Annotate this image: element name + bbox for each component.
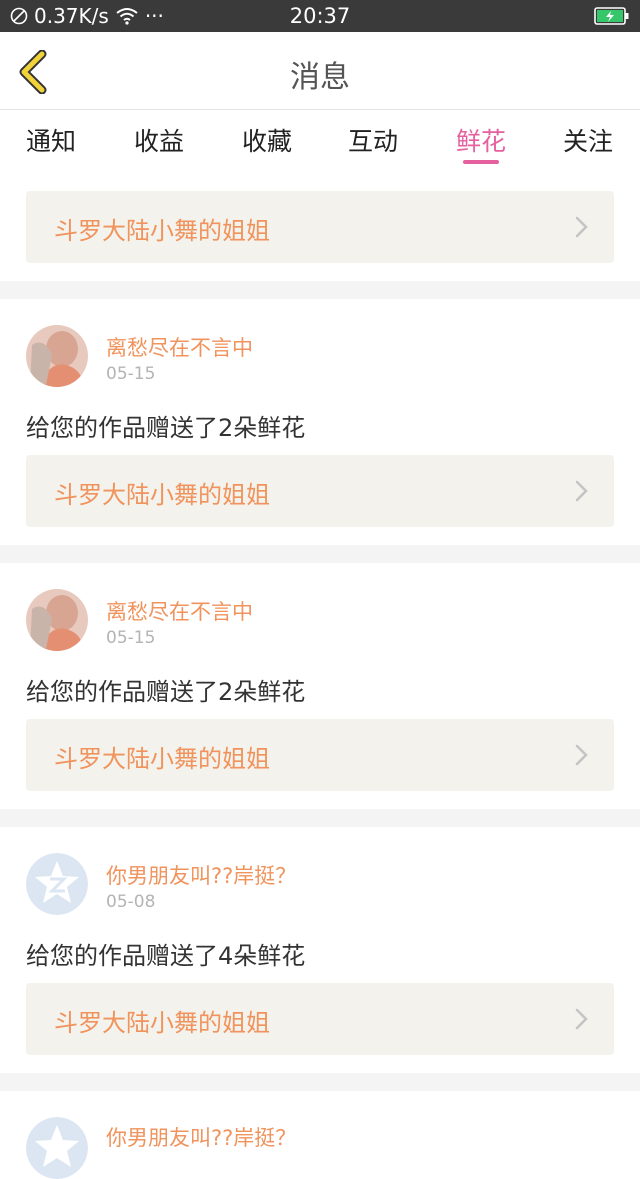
message-text: 给您的作品赠送了2朵鲜花 <box>26 678 306 706</box>
tab-favorites[interactable]: 收藏 <box>212 122 322 158</box>
avatar[interactable] <box>26 589 88 651</box>
tab-follows[interactable]: 关注 <box>533 122 640 158</box>
message-text: 给您的作品赠送了2朵鲜花 <box>26 414 306 442</box>
active-tab-indicator <box>463 160 499 164</box>
section-divider <box>0 809 640 827</box>
work-title: 斗罗大陆小舞的姐姐 <box>54 1009 270 1037</box>
work-title: 斗罗大陆小舞的姐姐 <box>54 481 270 509</box>
work-link-card[interactable]: 斗罗大陆小舞的姐姐 <box>26 191 614 263</box>
work-link-card[interactable]: 斗罗大陆小舞的姐姐 <box>26 719 614 791</box>
message-date: 05-15 <box>106 364 156 384</box>
work-link-card[interactable]: 斗罗大陆小舞的姐姐 <box>26 983 614 1055</box>
message-text: 给您的作品赠送了4朵鲜花 <box>26 942 306 970</box>
sender-name[interactable]: 离愁尽在不言中 <box>106 332 253 362</box>
tab-earnings[interactable]: 收益 <box>104 122 214 158</box>
chevron-right-icon <box>575 216 588 238</box>
message-date: 05-08 <box>106 892 156 912</box>
chevron-right-icon <box>575 480 588 502</box>
section-divider <box>0 1073 640 1091</box>
tab-notifications[interactable]: 通知 <box>0 122 106 158</box>
default-avatar-icon[interactable] <box>26 853 88 915</box>
sender-name[interactable]: 离愁尽在不言中 <box>106 596 253 626</box>
sender-name[interactable]: 你男朋友叫??岸挺？ <box>106 860 296 890</box>
work-link-card[interactable]: 斗罗大陆小舞的姐姐 <box>26 455 614 527</box>
chevron-right-icon <box>575 1008 588 1030</box>
clock: 20:37 <box>289 4 351 28</box>
work-title: 斗罗大陆小舞的姐姐 <box>54 217 270 245</box>
page-title: 消息 <box>290 60 350 95</box>
section-divider <box>0 281 640 299</box>
tab-bar: 通知 收益 收藏 互动 鲜花 关注 <box>0 110 640 170</box>
work-title: 斗罗大陆小舞的姐姐 <box>54 745 270 773</box>
sender-name[interactable]: 你男朋友叫??岸挺？ <box>106 1122 296 1152</box>
tab-flowers[interactable]: 鲜花 <box>426 122 536 158</box>
default-avatar-icon[interactable] <box>26 1117 88 1179</box>
message-date: 05-15 <box>106 628 156 648</box>
tab-interactions[interactable]: 互动 <box>318 122 428 158</box>
avatar[interactable] <box>26 325 88 387</box>
navigation-bar: 消息 <box>0 32 640 110</box>
section-divider <box>0 545 640 563</box>
battery-icon <box>594 6 630 31</box>
chevron-right-icon <box>575 744 588 766</box>
status-bar: 0.37K/s ··· 20:37 <box>0 0 640 32</box>
